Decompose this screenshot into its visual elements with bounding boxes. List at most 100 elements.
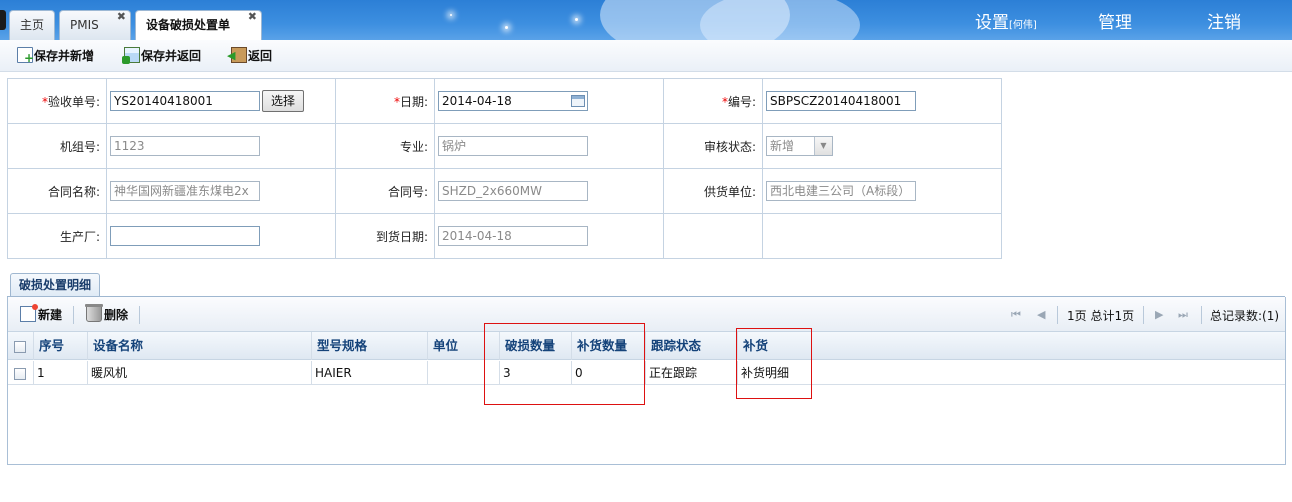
tab-damage-disposal[interactable]: 设备破损处置单 ✖ [135,10,262,40]
row-checkbox[interactable] [14,367,26,380]
date-input[interactable]: 2014-04-18 [438,91,588,111]
new-document-icon [17,47,34,64]
select-button[interactable]: 选择 [262,90,305,112]
contract-name-cell: 神华国网新疆准东煤电2x [106,168,336,214]
row-checkbox-cell [8,361,34,385]
close-icon[interactable]: ✖ [248,9,257,25]
cell-device-name: 暖风机 [88,361,312,385]
contract-no-input[interactable]: SHZD_2x660MW [438,181,588,201]
settings-label: 设置 [975,13,1009,33]
empty-cell [663,213,763,259]
details-grid: 新建 删除 ⏮ ◀ 1页 总计1页 ▶ ⏭ 总记录数:(1) 序号 设备名称 型… [7,297,1286,465]
col-device-name[interactable]: 设备名称 [88,332,312,360]
select-all-cell [8,332,34,360]
cell-tracking-status: 正在跟踪 [646,361,738,385]
review-status-select[interactable]: 新增 ▼ [766,136,833,156]
unit-no-cell: 1123 [106,123,336,169]
contract-name-input[interactable]: 神华国网新疆准东煤电2x [110,181,260,201]
button-label: 删除 [104,308,129,322]
cell-model: HAIER [312,361,428,385]
toolbar-divider [139,306,140,324]
chevron-down-icon[interactable]: ▼ [814,137,832,155]
total-records: 总记录数:(1) [1210,309,1280,323]
highlight-box [736,328,812,399]
empty-cell [762,213,1002,259]
sparkle-decoration [505,26,508,29]
button-label: 保存并新增 [34,49,95,63]
col-tracking-status[interactable]: 跟踪状态 [646,332,738,360]
manage-link[interactable]: 管理 [1098,8,1132,33]
back-arrow-icon [227,47,247,63]
label-text: 验收单号: [47,94,100,109]
button-label: 保存并返回 [141,49,202,63]
major-cell: 锅炉 [434,123,664,169]
code-input[interactable]: SBPSCZ20140418001 [766,91,916,111]
code-cell: SBPSCZ20140418001 [762,78,1002,124]
tab-home[interactable]: 主页 [9,10,55,40]
corner-mark [0,10,6,30]
supplier-label: 供货单位: [663,168,763,214]
delete-row-button[interactable]: 删除 [85,304,129,323]
contract-no-label: 合同号: [335,168,435,214]
date-cell: 2014-04-18 [434,78,664,124]
col-model[interactable]: 型号规格 [312,332,428,360]
tab-label: 设备破损处置单 [146,18,231,32]
new-row-button[interactable]: 新建 [20,304,63,323]
tab-label: PMIS [70,18,99,32]
arrival-date-input[interactable]: 2014-04-18 [438,226,588,246]
button-label: 新建 [38,308,63,322]
major-input[interactable]: 锅炉 [438,136,588,156]
col-seq[interactable]: 序号 [34,332,88,360]
arrival-date-label: 到货日期: [335,213,435,259]
grid-header: 序号 设备名称 型号规格 单位 破损数量 补货数量 跟踪状态 补货 [8,332,1285,360]
last-page-icon[interactable]: ⏭ [1178,308,1188,322]
save-and-new-button[interactable]: 保存并新增 [17,47,94,67]
current-user: [何伟] [1009,20,1037,31]
next-page-icon[interactable]: ▶ [1155,308,1163,322]
form-toolbar: 保存并新增 保存并返回 返回 [0,40,1292,72]
supplier-cell: 西北电建三公司（A标段） [762,168,1002,214]
sparkle-decoration [575,18,578,21]
table-row[interactable]: 1 暖风机 HAIER 3 0 正在跟踪 补货明细 [8,361,1285,385]
restock-details-link[interactable]: 补货明细 [738,361,1285,385]
contract-name-label: 合同名称: [7,168,107,214]
save-and-return-button[interactable]: 保存并返回 [122,47,202,67]
first-page-icon[interactable]: ⏮ [1011,308,1021,322]
receipt-no-input[interactable]: YS20140418001 [110,91,260,111]
sparkle-decoration [450,14,452,16]
pager-divider [1201,306,1202,324]
close-icon[interactable]: ✖ [117,9,126,25]
logout-link[interactable]: 注销 [1207,8,1241,33]
date-label: *日期: [335,78,435,124]
code-label: *编号: [663,78,763,124]
receipt-no-label: *验收单号: [7,78,107,124]
tab-pmis[interactable]: PMIS ✖ [59,10,131,40]
unit-no-input[interactable]: 1123 [110,136,260,156]
prev-page-icon[interactable]: ◀ [1037,308,1045,322]
arrival-date-cell: 2014-04-18 [434,213,664,259]
supplier-input[interactable]: 西北电建三公司（A标段） [766,181,916,201]
trash-icon [85,304,103,322]
select-all-checkbox[interactable] [14,340,26,353]
label-text: 编号: [727,94,756,109]
contract-no-cell: SHZD_2x660MW [434,168,664,214]
top-header: 主页 PMIS ✖ 设备破损处置单 ✖ 设置[何伟] 管理 注销 [0,0,1292,40]
review-status-value: 新增 [770,139,795,153]
disposal-form: *验收单号: YS20140418001 选择 *日期: 2014-04-18 *… [7,78,1002,259]
review-status-cell: 新增 ▼ [762,123,1002,169]
manufacturer-input[interactable] [110,226,260,246]
back-button[interactable]: 返回 [227,47,273,67]
calendar-icon[interactable] [571,95,585,107]
grid-toolbar: 新建 删除 ⏮ ◀ 1页 总计1页 ▶ ⏭ 总记录数:(1) [8,297,1285,332]
manufacturer-cell [106,213,336,259]
settings-link[interactable]: 设置[何伟] [975,8,1037,33]
cell-seq: 1 [34,361,88,385]
save-window-icon [122,47,140,64]
receipt-no-cell: YS20140418001 选择 [106,78,336,124]
tab-damage-details[interactable]: 破损处置明细 [10,273,101,297]
pager-divider [1143,306,1144,324]
review-status-label: 审核状态: [663,123,763,169]
tab-label: 主页 [20,18,45,32]
button-label: 返回 [248,49,273,63]
new-icon [20,304,38,322]
